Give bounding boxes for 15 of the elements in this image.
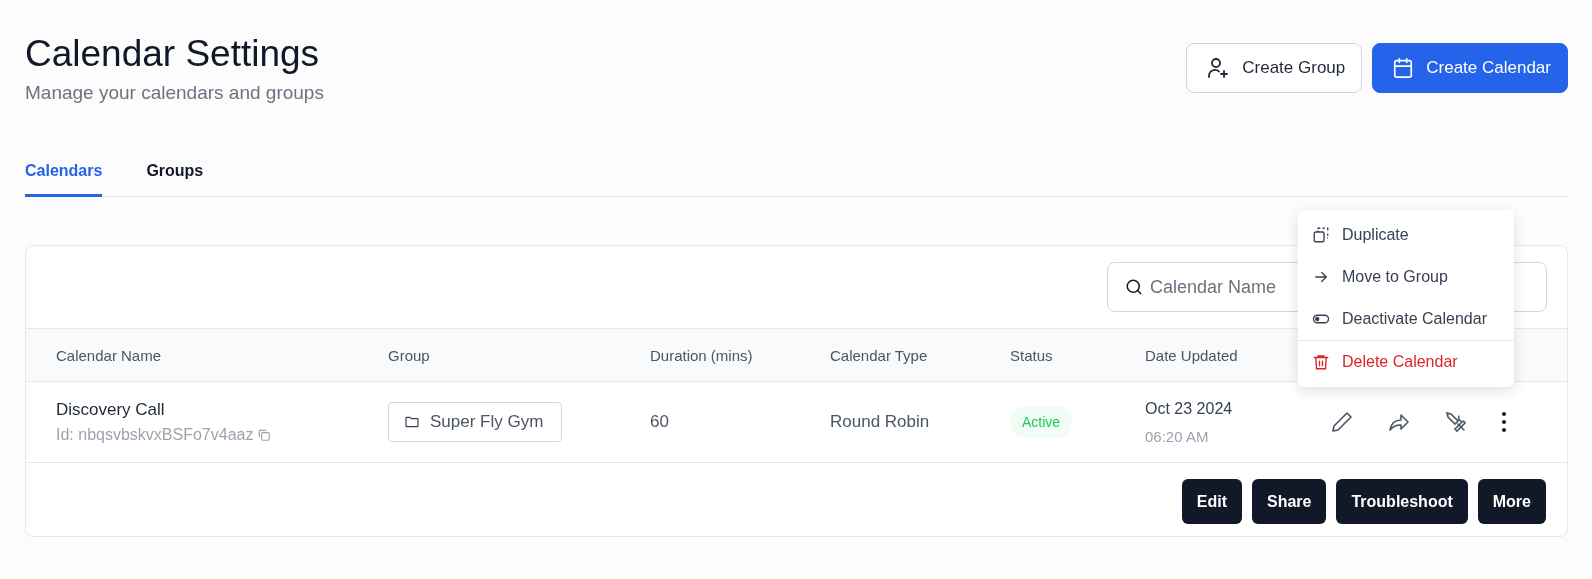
column-header: Calendar Name [56,346,162,364]
column-header: Duration (mins) [650,346,753,364]
time-updated: 06:20 AM [1145,427,1210,445]
date-updated: Oct 23 2024 [1145,399,1234,418]
calendar-name: Discovery Call [56,400,166,420]
column-header: Calendar Type [830,346,928,364]
column-header: Date Updated [1145,346,1238,364]
column-header: Status [1010,346,1053,364]
table-cell: 60 [650,412,669,432]
page-title: Calendar Settings [25,32,321,76]
calendar-id: Id: nbqsvbskvxBSFo7v4aaz [56,426,254,444]
page-subtitle: Manage your calendars and groups [25,82,324,104]
column-header: Group [388,346,430,364]
table-cell: Round Robin [830,412,930,432]
status-badge: Active [1010,406,1073,438]
